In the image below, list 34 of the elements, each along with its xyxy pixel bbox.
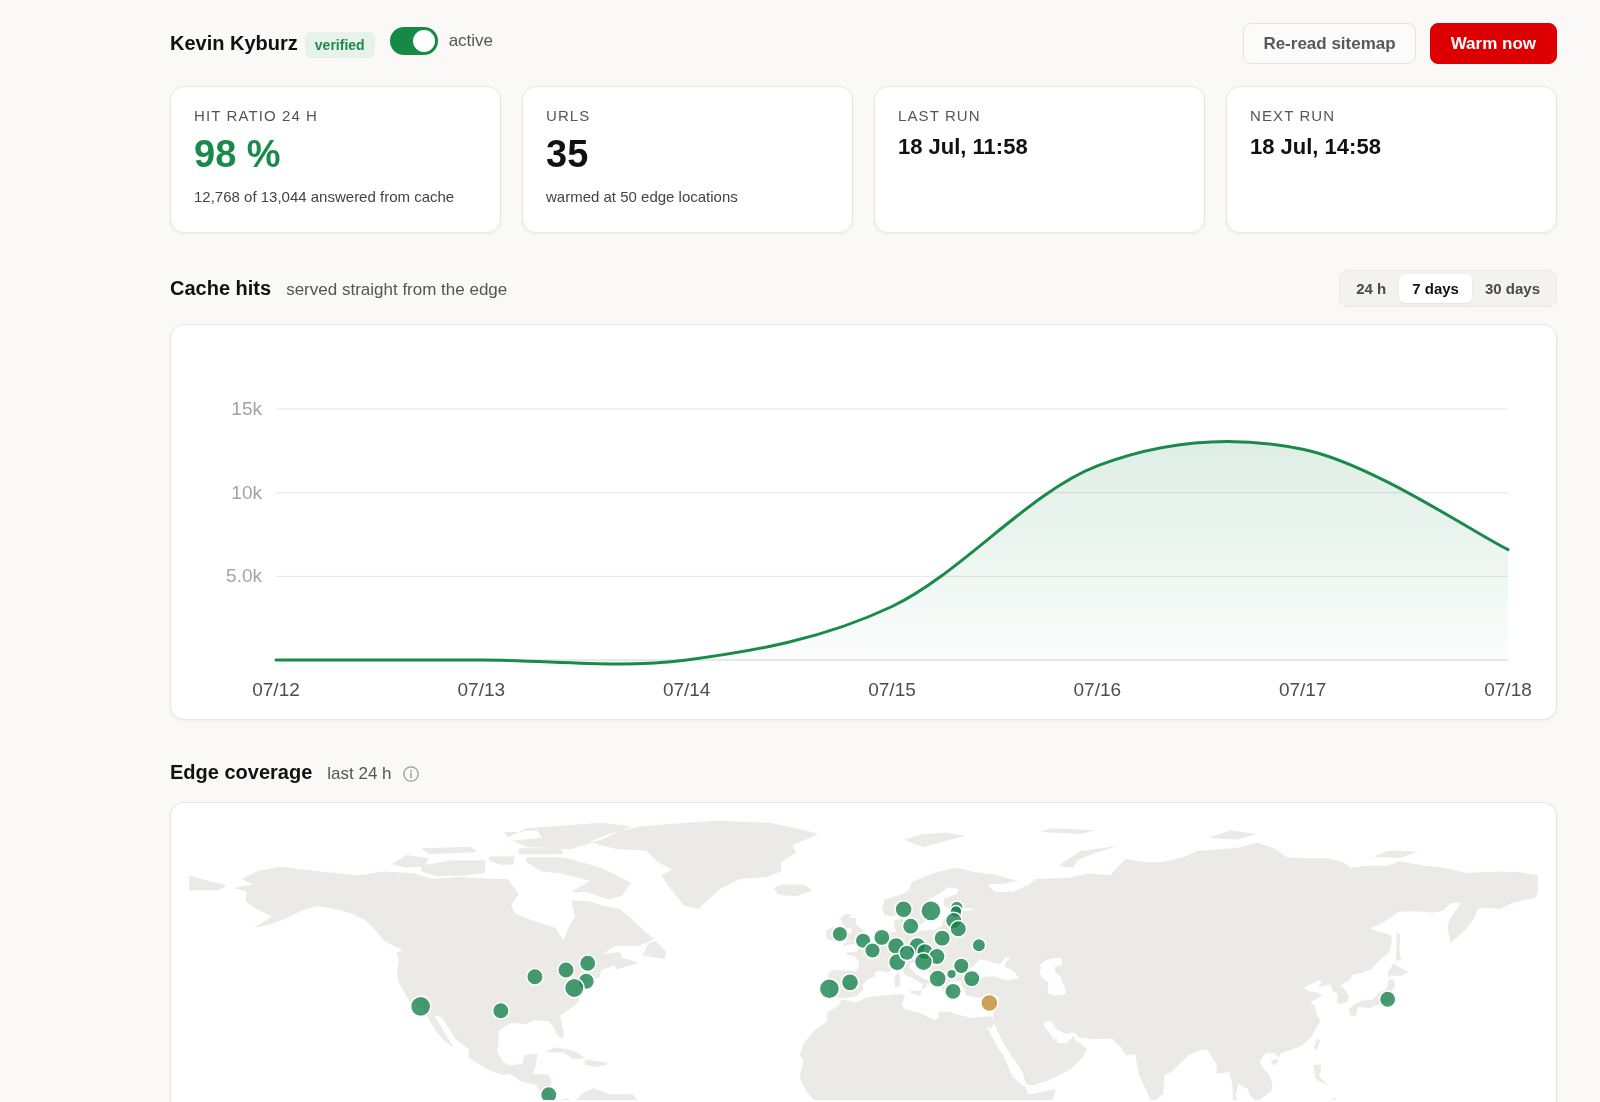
toggle-label: active (448, 31, 494, 51)
section-subtitle: served straight from the edge (286, 279, 508, 300)
x-axis-label: 07/12 (252, 679, 300, 700)
stat-value: 18 Jul, 14:58 (1250, 133, 1381, 161)
stat-label: LAST RUN (898, 107, 981, 125)
verified-badge: verified (304, 32, 375, 58)
stat-value: 18 Jul, 11:58 (898, 133, 1028, 161)
section-title: Edge coverage (170, 761, 313, 784)
x-axis-label: 07/14 (662, 679, 711, 700)
stat-value: 35 (546, 132, 589, 176)
user-name: Kevin Kyburz (170, 32, 298, 55)
stat-label: NEXT RUN (1250, 107, 1336, 125)
toggle-switch[interactable] (389, 27, 438, 55)
stat-value: 98 % (194, 132, 281, 176)
y-axis-label: 15k (231, 398, 262, 419)
x-axis-label: 07/18 (1484, 679, 1532, 700)
range-tab[interactable]: 24 h (1343, 274, 1400, 303)
info-icon[interactable] (402, 766, 419, 782)
stat-label: URLS (546, 107, 591, 125)
section-subtitle: last 24 h (327, 763, 392, 784)
range-tab[interactable]: 30 days (1471, 274, 1553, 303)
stat-label: HIT RATIO 24 H (194, 107, 319, 125)
stat-note: warmed at 50 edge locations (546, 187, 738, 207)
y-axis-label: 10k (231, 481, 262, 503)
y-axis-label: 5.0k (226, 565, 262, 587)
x-axis-label: 07/15 (868, 679, 916, 700)
x-axis-label: 07/16 (1073, 679, 1122, 700)
section-title: Cache hits (170, 277, 272, 300)
x-axis-label: 07/13 (457, 679, 506, 700)
secondary-button[interactable]: Re-read sitemap (1243, 23, 1416, 64)
range-tab[interactable]: 7 days (1399, 274, 1472, 303)
x-axis-label: 07/17 (1278, 679, 1327, 700)
stat-note: 12,768 of 13,044 answered from cache (194, 187, 455, 207)
primary-button[interactable]: Warm now (1429, 23, 1557, 64)
